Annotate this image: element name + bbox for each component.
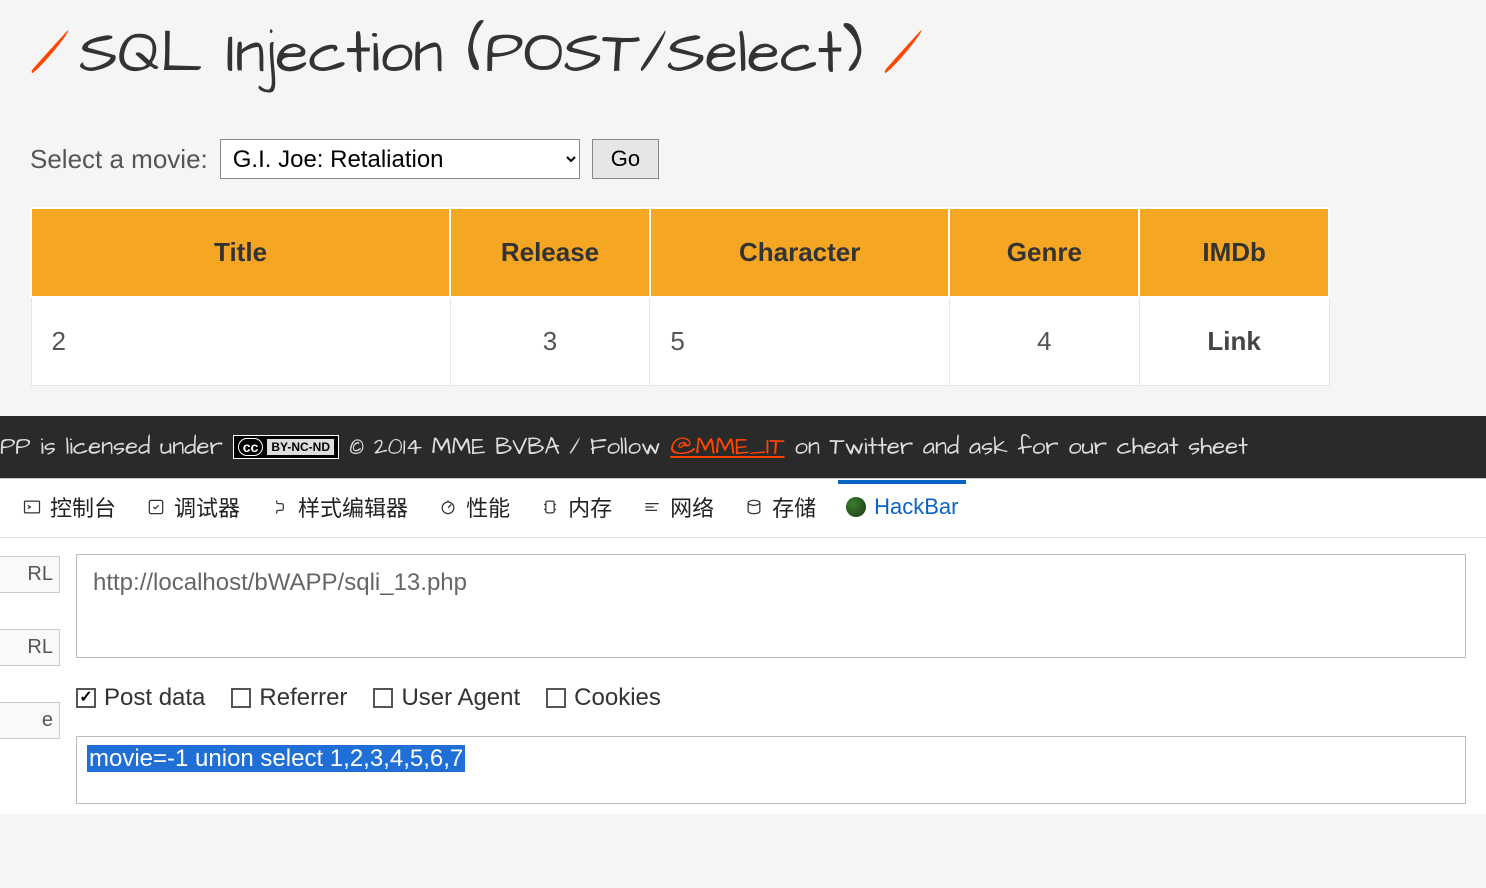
slash-icon: /: [883, 10, 912, 99]
movie-label: Select a movie:: [30, 144, 208, 175]
tab-label: 内存: [568, 491, 612, 523]
tab-label: 网络: [670, 491, 714, 523]
checkbox-label: User Agent: [401, 684, 520, 712]
tab-memory[interactable]: 内存: [538, 487, 614, 527]
memory-icon: [540, 497, 560, 517]
tab-hackbar[interactable]: HackBar: [844, 490, 960, 524]
th-genre: Genre: [949, 208, 1139, 297]
table-row: 2 3 5 4 Link: [31, 297, 1329, 386]
title-row: / SQL Injection (POST/Select) /: [30, 10, 1456, 99]
checkbox-icon: [231, 688, 251, 708]
tab-label: HackBar: [874, 494, 958, 520]
th-title: Title: [31, 208, 450, 297]
devtools-tabs: 器 控制台 调试器 样式编辑器 性能: [0, 479, 1486, 538]
cc-terms: BY-NC-ND: [267, 439, 334, 455]
hackbar-body: RL RL e http://localhost/bWAPP/sqli_13.p…: [0, 538, 1486, 814]
tab-debugger[interactable]: 调试器: [144, 487, 242, 527]
cell-genre: 4: [949, 297, 1139, 386]
tab-storage[interactable]: 存储: [742, 487, 818, 527]
style-icon: [270, 497, 290, 517]
go-button[interactable]: Go: [592, 139, 659, 179]
movie-form: Select a movie: G.I. Joe: Retaliation Go: [30, 139, 1456, 179]
devtools-panel: 器 控制台 调试器 样式编辑器 性能: [0, 478, 1486, 814]
useragent-checkbox[interactable]: User Agent: [373, 684, 520, 712]
footer-text-right: on Twitter and ask for our cheat sheet: [794, 430, 1247, 464]
footer-text-mid: © 2014 MME BVBA / Follow: [349, 430, 660, 464]
url-input[interactable]: http://localhost/bWAPP/sqli_13.php: [76, 554, 1466, 658]
load-url-button[interactable]: RL: [0, 556, 60, 593]
execute-button[interactable]: e: [0, 702, 60, 739]
cell-imdb-link[interactable]: Link: [1139, 297, 1329, 386]
tab-label: 调试器: [174, 491, 240, 523]
tab-label: 性能: [466, 491, 510, 523]
movie-select[interactable]: G.I. Joe: Retaliation: [220, 139, 580, 179]
th-imdb: IMDb: [1139, 208, 1329, 297]
tab-label: 控制台: [50, 491, 116, 523]
hackbar-options: Post data Referrer User Agent Cookies: [76, 684, 1466, 712]
tab-style-editor[interactable]: 样式编辑器: [268, 487, 410, 527]
slash-icon: /: [30, 10, 59, 99]
postdata-value: movie=-1 union select 1,2,3,4,5,6,7: [87, 745, 465, 772]
th-release: Release: [450, 208, 650, 297]
checkbox-label: Referrer: [259, 684, 347, 712]
split-url-button[interactable]: RL: [0, 629, 60, 666]
console-icon: [22, 497, 42, 517]
table-header-row: Title Release Character Genre IMDb: [31, 208, 1329, 297]
footer-text-left: PP is licensed under: [0, 430, 223, 464]
postdata-input[interactable]: movie=-1 union select 1,2,3,4,5,6,7: [76, 736, 1466, 804]
cell-character: 5: [650, 297, 950, 386]
storage-icon: [744, 497, 764, 517]
hackbar-icon: [846, 497, 866, 517]
debugger-icon: [146, 497, 166, 517]
tab-network[interactable]: 网络: [640, 487, 716, 527]
checkbox-icon: [373, 688, 393, 708]
cell-release: 3: [450, 297, 650, 386]
checkbox-icon: [546, 688, 566, 708]
checkbox-icon: [76, 688, 96, 708]
footer-bar: PP is licensed under cc BY-NC-ND © 2014 …: [0, 416, 1486, 478]
th-character: Character: [650, 208, 950, 297]
cc-icon: cc: [238, 438, 264, 456]
cell-title: 2: [31, 297, 450, 386]
tab-performance[interactable]: 性能: [436, 487, 512, 527]
results-table: Title Release Character Genre IMDb 2 3 5…: [30, 207, 1330, 386]
hackbar-side-buttons: RL RL e: [0, 548, 60, 804]
cc-badge: cc BY-NC-ND: [233, 435, 339, 459]
tab-console[interactable]: 控制台: [20, 487, 118, 527]
page-title: SQL Injection (POST/Select): [79, 13, 863, 96]
checkbox-label: Cookies: [574, 684, 661, 712]
checkbox-label: Post data: [104, 684, 205, 712]
footer-twitter-link[interactable]: @MME_IT: [670, 430, 784, 464]
tab-label: 样式编辑器: [298, 491, 408, 523]
performance-icon: [438, 497, 458, 517]
cookies-checkbox[interactable]: Cookies: [546, 684, 661, 712]
referrer-checkbox[interactable]: Referrer: [231, 684, 347, 712]
postdata-checkbox[interactable]: Post data: [76, 684, 205, 712]
tab-label: 存储: [772, 491, 816, 523]
network-icon: [642, 497, 662, 517]
